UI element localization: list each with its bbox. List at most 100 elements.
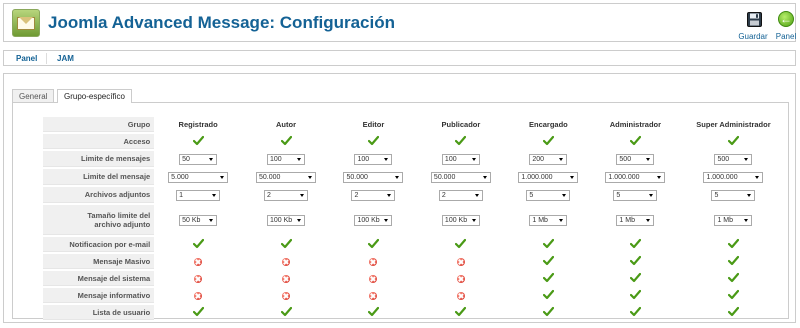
cross-icon[interactable] [456,258,465,266]
check-icon[interactable] [455,306,467,319]
tamano-select[interactable]: 1 Mb [529,214,568,226]
check-icon[interactable] [542,238,554,251]
limite-mensajes-select[interactable]: 200 [529,153,568,165]
cross-icon[interactable] [456,292,465,300]
cell [154,134,242,149]
check-icon[interactable] [280,135,292,148]
check-icon[interactable] [727,306,739,319]
check-icon[interactable] [727,135,739,148]
check-icon[interactable] [367,135,379,148]
check-icon[interactable] [629,135,641,148]
cell: 50.000 [242,169,330,185]
tamano-select[interactable]: 50 Kb [179,214,218,226]
limite-mensaje-select[interactable]: 50.000 [256,171,317,183]
check-icon[interactable] [727,289,739,302]
check-icon[interactable] [727,272,739,285]
cross-icon[interactable] [282,275,291,283]
column-header: Publicador [441,120,481,129]
check-icon[interactable] [192,238,204,251]
cross-icon[interactable] [194,275,203,283]
check-icon[interactable] [542,306,554,319]
tamano-select[interactable]: 100 Kb [354,214,393,226]
limite-mensajes-select[interactable]: 100 [441,153,480,165]
limite-mensajes-select[interactable]: 500 [616,153,655,165]
check-icon[interactable] [542,272,554,285]
check-icon[interactable] [629,272,641,285]
cell [242,288,330,303]
cell [592,134,679,149]
tamano-select[interactable]: 100 Kb [441,214,480,226]
cross-icon[interactable] [194,292,203,300]
check-icon[interactable] [280,306,292,319]
tamano-select[interactable]: 1 Mb [714,214,753,226]
limite-mensaje-select[interactable]: 1.000.000 [518,171,579,183]
tab-grupo-especifico[interactable]: Grupo-específico [57,89,132,103]
check-icon[interactable] [192,135,204,148]
limite-mensaje-select[interactable]: 50.000 [343,171,404,183]
archivos-select[interactable]: 1 [176,189,221,201]
row-label: Limite de mensajes [43,151,155,167]
cell [242,237,330,252]
cross-icon[interactable] [282,258,291,266]
save-button[interactable]: Guardar [736,10,770,42]
check-icon[interactable] [280,238,292,251]
submenu-item-jam[interactable]: JAM [57,54,74,63]
check-icon[interactable] [367,306,379,319]
limite-mensajes-select[interactable]: 100 [354,153,393,165]
tamano-select[interactable]: 100 Kb [267,214,306,226]
archivos-select[interactable]: 2 [351,189,396,201]
cross-icon[interactable] [369,275,378,283]
check-icon[interactable] [192,306,204,319]
cell [242,254,330,269]
check-icon[interactable] [455,238,467,251]
check-icon[interactable] [542,255,554,268]
archivos-select[interactable]: 2 [438,189,483,201]
limite-mensaje-select[interactable]: 5.000 [168,171,229,183]
cross-icon[interactable] [282,292,291,300]
tab-general[interactable]: General [12,89,55,102]
archivos-select[interactable]: 5 [526,189,571,201]
cell [330,254,417,269]
limite-mensajes-select[interactable]: 500 [714,153,753,165]
limite-mensajes-select[interactable]: 50 [179,153,218,165]
header-bar: Joomla Advanced Message: Configuración G… [3,3,796,42]
cell [417,305,505,320]
floppy-disk-icon [747,12,762,27]
cell: 1 Mb [592,205,679,235]
cell [154,237,242,252]
check-icon[interactable] [727,238,739,251]
check-icon[interactable] [727,255,739,268]
cell: 2 [417,187,505,203]
cell [592,271,679,286]
limite-mensaje-select[interactable]: 1.000.000 [703,171,764,183]
archivos-select[interactable]: 5 [711,189,756,201]
check-icon[interactable] [629,238,641,251]
row-label: Limite del mensaje [43,169,155,185]
cell: 5 [505,187,592,203]
check-icon[interactable] [367,238,379,251]
row-label: Lista de usuario [43,305,155,320]
row-label: Archivos adjuntos [43,187,155,203]
tamano-select[interactable]: 1 Mb [616,214,655,226]
check-icon[interactable] [629,306,641,319]
cross-icon[interactable] [194,258,203,266]
panel-button[interactable]: Panel [772,10,800,42]
limite-mensaje-select[interactable]: 1.000.000 [605,171,666,183]
cell [679,134,788,149]
submenu-item-panel[interactable]: Panel [16,54,37,63]
check-icon[interactable] [455,135,467,148]
archivos-select[interactable]: 5 [613,189,658,201]
limite-mensaje-select[interactable]: 50.000 [430,171,491,183]
check-icon[interactable] [542,135,554,148]
cross-icon[interactable] [369,292,378,300]
check-icon[interactable] [629,289,641,302]
check-icon[interactable] [629,255,641,268]
cell [505,134,592,149]
limite-mensajes-select[interactable]: 100 [267,153,306,165]
archivos-select[interactable]: 2 [264,189,309,201]
cell: 1.000.000 [505,169,592,185]
cell: 1 [154,187,242,203]
cross-icon[interactable] [456,275,465,283]
check-icon[interactable] [542,289,554,302]
cross-icon[interactable] [369,258,378,266]
